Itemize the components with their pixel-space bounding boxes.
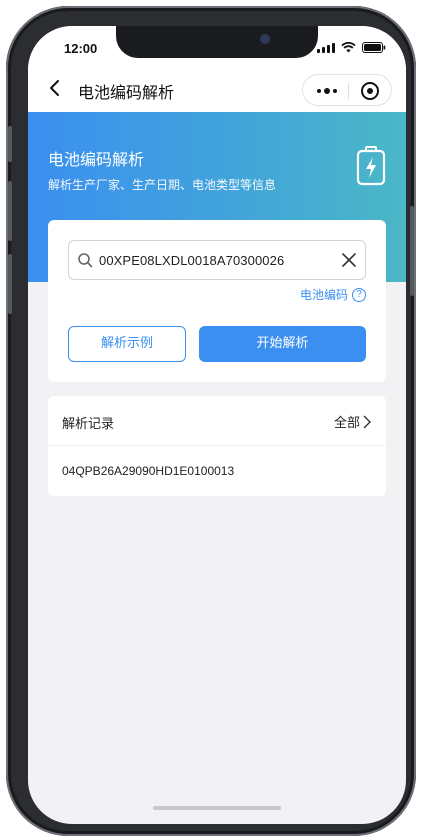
more-icon[interactable] [315, 83, 339, 99]
camera-icon [260, 34, 270, 44]
start-parse-button[interactable]: 开始解析 [199, 326, 366, 362]
battery-code-help-link[interactable]: 电池编码 ? [300, 286, 366, 303]
clear-icon[interactable] [341, 252, 357, 268]
banner-title: 电池编码解析 [48, 150, 145, 169]
example-button[interactable]: 解析示例 [68, 326, 186, 362]
view-all-link[interactable]: 全部 [334, 412, 372, 431]
help-icon: ? [352, 287, 366, 302]
signal-icon [317, 43, 335, 53]
history-item[interactable]: 04QPB26A29090HD1E0100013 [62, 464, 234, 478]
mute-switch [8, 126, 12, 162]
view-all-label: 全部 [333, 416, 360, 431]
close-miniprogram-icon[interactable] [361, 82, 379, 100]
battery-code-label: 电池编码 [299, 288, 348, 302]
chevron-right-icon [363, 415, 371, 428]
parse-card: 00XPE08LXDL0018A70300026 电池编码 ? 解析示例 开始解… [48, 220, 386, 382]
code-input-value: 00XPE08LXDL0018A70300026 [99, 253, 285, 268]
banner-subtitle: 解析生产厂家、生产日期、电池类型等信息 [48, 178, 277, 192]
notch [116, 26, 318, 58]
back-arrow-icon[interactable] [46, 78, 64, 98]
page-title: 电池编码解析 [78, 83, 175, 102]
code-input[interactable]: 00XPE08LXDL0018A70300026 [68, 240, 366, 280]
volume-up-button [8, 181, 12, 241]
status-icons [317, 42, 386, 53]
status-time: 12:00 [64, 41, 98, 56]
power-button [410, 206, 414, 296]
wifi-icon [341, 42, 356, 53]
history-header: 解析记录 全部 [48, 396, 386, 446]
battery-charging-icon [356, 146, 386, 186]
capsule-divider [348, 83, 349, 99]
phone-frame: 12:00 电池编码解析 电池编码解析 解析生产厂家、生产日期、电池类型等信息 … [6, 6, 416, 836]
nav-bar: 电池编码解析 [28, 66, 406, 112]
search-icon [78, 253, 93, 268]
miniprogram-capsule [302, 74, 392, 106]
screen: 12:00 电池编码解析 电池编码解析 解析生产厂家、生产日期、电池类型等信息 … [28, 26, 406, 824]
history-card: 解析记录 全部 04QPB26A29090HD1E0100013 [48, 396, 386, 496]
battery-status-icon [362, 42, 386, 53]
home-indicator [153, 806, 281, 810]
history-title: 解析记录 [62, 417, 115, 432]
volume-down-button [8, 254, 12, 314]
